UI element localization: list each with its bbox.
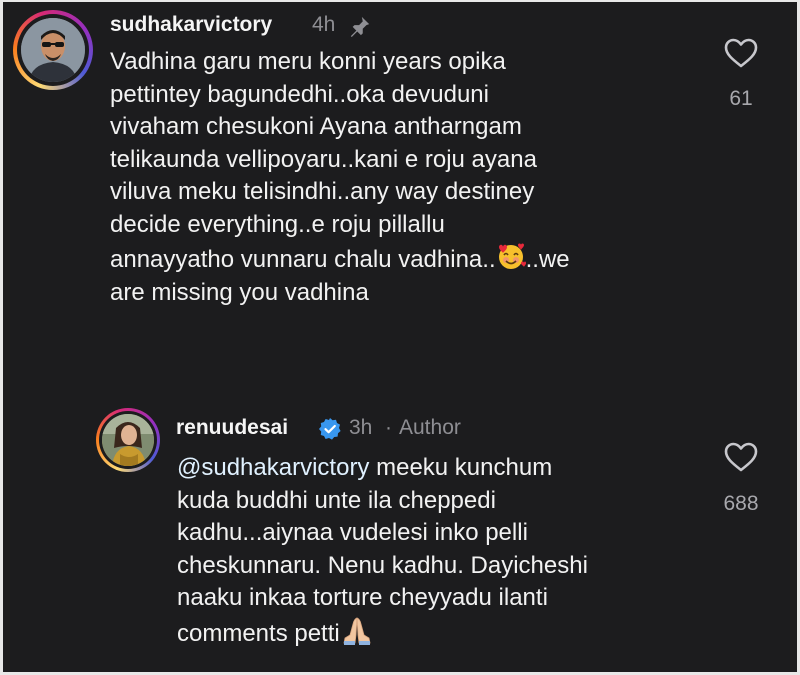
reply-timestamp: 3h	[349, 416, 373, 439]
comment-like-count: 61	[729, 87, 753, 110]
meta-separator: ·	[385, 416, 392, 439]
reply-line: cheskunnaru. Nenu kadhu. Dayicheshi	[177, 551, 588, 579]
comment-line: Vadhina garu meru konni years opika	[110, 48, 506, 75]
reply-line: kuda buddhi unte ila cheppedi	[177, 486, 496, 514]
reply-line-with-emoji: comments petti	[177, 615, 588, 651]
comment-line: telikaunda vellipoyaru..kani e roju ayan…	[110, 145, 537, 173]
comment-line-with-emoji: annayyatho vunnaru chalu vadhina.. ..we	[110, 241, 570, 277]
frame-border-top	[0, 0, 800, 2]
comment-timestamp: 4h	[312, 13, 336, 36]
comment-line: decide everything..e roju pillallu	[110, 210, 445, 238]
reply-line: naaku inkaa torture cheyyadu ilanti	[177, 584, 548, 611]
reply-like-count: 688	[723, 492, 759, 515]
comment-line: viluva meku telisindhi..any way destiney	[110, 178, 535, 205]
reply-like-heart-icon[interactable]	[724, 442, 758, 472]
reply-line: kadhu...aiynaa vudelesi inko pelli	[177, 519, 528, 546]
comment-line: pettintey bagundedhi..oka devuduni	[110, 80, 489, 108]
author-label: Author	[399, 416, 461, 439]
comment-like-heart-icon[interactable]	[724, 38, 758, 68]
reply-line-with-mention: @sudhakarvictory meeku kunchum	[177, 454, 553, 481]
mention-link[interactable]: @sudhakarvictory	[177, 454, 369, 481]
frame-border-left	[0, 0, 3, 675]
comment-line: vivaham chesukoni Ayana antharngam	[110, 113, 522, 140]
comments-screenshot: sudhakarvictory 4h Vadhina garu meru kon…	[0, 0, 800, 675]
smiling-face-with-hearts-icon	[498, 243, 526, 269]
folded-hands-icon	[343, 616, 371, 645]
pin-icon	[350, 16, 370, 37]
comment-text: Vadhina garu meru konni years opika pett…	[110, 46, 570, 309]
verified-badge-icon	[319, 418, 341, 440]
reply-text: @sudhakarvictory meeku kunchum kuda budd…	[177, 452, 588, 650]
commenter-username[interactable]: sudhakarvictory	[110, 13, 272, 37]
replier-username[interactable]: renuudesai	[176, 416, 288, 440]
comment-line: are missing you vadhina	[110, 278, 369, 306]
